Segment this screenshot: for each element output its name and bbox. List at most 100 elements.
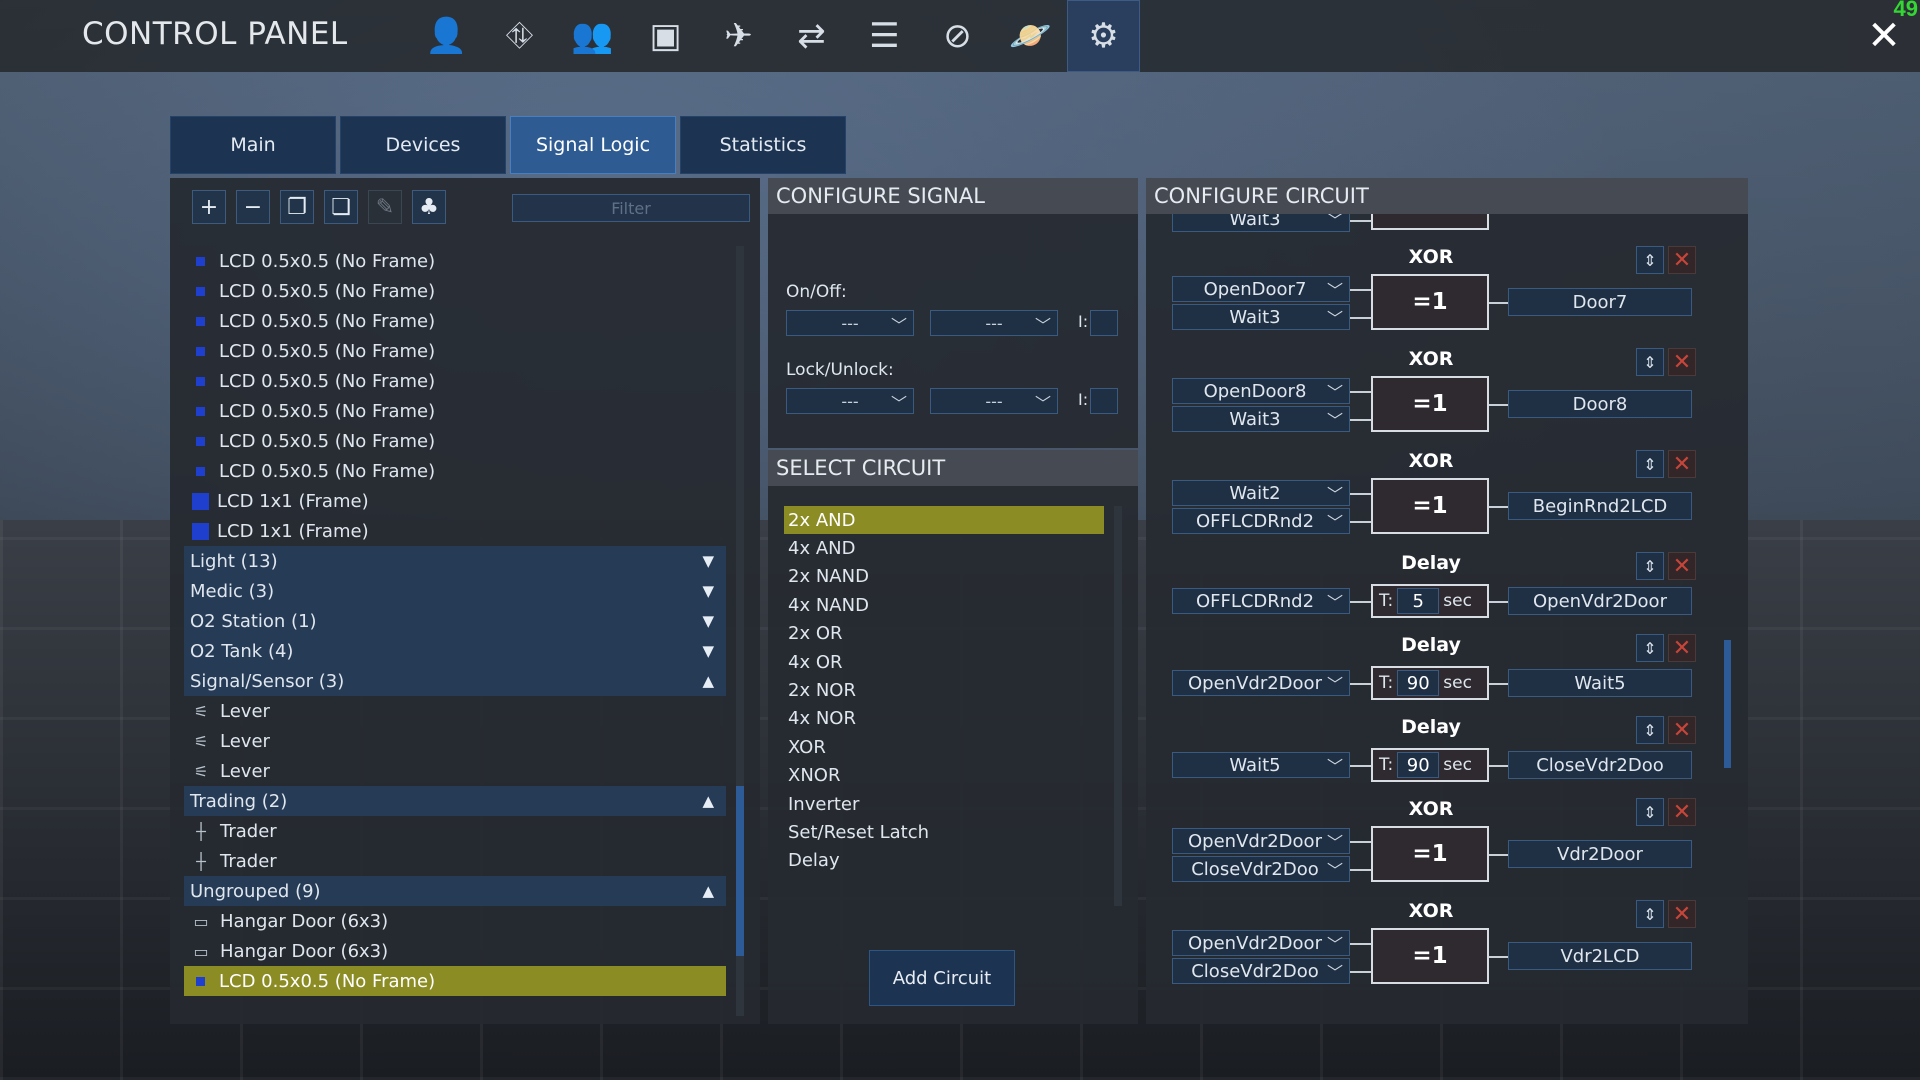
tree-item[interactable]: LCD 0.5x0.5 (No Frame): [184, 276, 726, 306]
circuit-output-box[interactable]: OpenVdr2Door: [1508, 587, 1692, 615]
delete-circuit-icon[interactable]: ✕: [1668, 798, 1696, 826]
delay-time-input[interactable]: 90: [1397, 670, 1440, 696]
circuit-scrollbar[interactable]: [1724, 640, 1731, 768]
circuit-type-item[interactable]: 4x NAND: [784, 591, 1104, 619]
add-circuit-button[interactable]: Add Circuit: [869, 950, 1015, 1006]
tree-item[interactable]: LCD 1x1 (Frame): [184, 486, 726, 516]
circuit-type-item[interactable]: 2x NOR: [784, 676, 1104, 704]
circuit-type-item[interactable]: Delay: [784, 847, 1104, 875]
circuit-type-item[interactable]: 2x AND: [784, 506, 1104, 535]
reorder-arrows-icon[interactable]: ⇕: [1636, 450, 1664, 478]
on-off-dropdown-2[interactable]: --- ﹀: [930, 310, 1058, 336]
group-icon[interactable]: ♣: [412, 190, 446, 224]
edit-icon[interactable]: ✎: [368, 190, 402, 224]
reorder-arrows-icon[interactable]: ⇕: [1636, 716, 1664, 744]
tree-item[interactable]: ▭ Hangar Door (6x3): [184, 906, 726, 936]
circuit-input-dropdown[interactable]: Wait3 ﹀: [1172, 406, 1350, 432]
tree-group[interactable]: Ungrouped (9) ▲: [184, 876, 726, 906]
player-icon[interactable]: 👤: [410, 0, 483, 72]
expand-arrow-icon[interactable]: ▼: [702, 612, 714, 630]
expand-arrow-icon[interactable]: ▼: [702, 582, 714, 600]
tree-item[interactable]: LCD 0.5x0.5 (No Frame): [184, 456, 726, 486]
delete-circuit-icon[interactable]: ✕: [1668, 900, 1696, 928]
lock-dropdown-2[interactable]: --- ﹀: [930, 388, 1058, 414]
delete-circuit-icon[interactable]: ✕: [1668, 246, 1696, 274]
tree-group[interactable]: Medic (3) ▼: [184, 576, 726, 606]
device-list-scrollbar[interactable]: [736, 246, 744, 1016]
remove-icon[interactable]: −: [236, 190, 270, 224]
delete-circuit-icon[interactable]: ✕: [1668, 450, 1696, 478]
circuit-input-dropdown[interactable]: CloseVdr2Doo ﹀: [1172, 856, 1350, 882]
circuit-type-item[interactable]: XNOR: [784, 762, 1104, 790]
tree-item[interactable]: ⚟ Lever: [184, 726, 726, 756]
tree-group[interactable]: O2 Station (1) ▼: [184, 606, 726, 636]
circuit-type-item[interactable]: 4x NOR: [784, 705, 1104, 733]
expand-arrow-icon[interactable]: ▼: [702, 552, 714, 570]
tree-item[interactable]: LCD 0.5x0.5 (No Frame): [184, 336, 726, 366]
circuit-input-dropdown[interactable]: CloseVdr2Doo ﹀: [1172, 958, 1350, 984]
circuit-input-dropdown[interactable]: OpenDoor8 ﹀: [1172, 378, 1350, 404]
on-off-dropdown-1[interactable]: --- ﹀: [786, 310, 914, 336]
circuit-type-item[interactable]: 4x AND: [784, 534, 1104, 562]
circuit-type-item[interactable]: 2x OR: [784, 620, 1104, 648]
tree-item[interactable]: ⚟ Lever: [184, 696, 726, 726]
faction-icon[interactable]: 👥: [556, 0, 629, 72]
reorder-arrows-icon[interactable]: ⇕: [1636, 900, 1664, 928]
circuit-input-dropdown[interactable]: Wait5 ﹀: [1172, 752, 1350, 778]
circuit-output-box[interactable]: Wait5: [1508, 669, 1692, 697]
trade-icon[interactable]: ⇄: [775, 0, 848, 72]
on-off-i-input[interactable]: [1090, 310, 1118, 336]
circuit-output-box[interactable]: Door7: [1508, 288, 1692, 316]
tree-item[interactable]: ⚟ Lever: [184, 756, 726, 786]
add-icon[interactable]: +: [192, 190, 226, 224]
circuit-output-box[interactable]: Door8: [1508, 390, 1692, 418]
reorder-arrows-icon[interactable]: ⇕: [1636, 246, 1664, 274]
circuit-input-dropdown[interactable]: OpenDoor7 ﹀: [1172, 276, 1350, 302]
circuit-output-box[interactable]: Vdr2Door: [1508, 840, 1692, 868]
tree-item[interactable]: LCD 0.5x0.5 (No Frame): [184, 306, 726, 336]
circuit-input-dropdown[interactable]: Wait3 ﹀: [1172, 304, 1350, 330]
ship-icon[interactable]: ✈: [702, 0, 775, 72]
tree-item[interactable]: LCD 0.5x0.5 (No Frame): [184, 426, 726, 456]
reorder-arrows-icon[interactable]: ⇕: [1636, 634, 1664, 662]
circuit-type-item[interactable]: 4x OR: [784, 648, 1104, 676]
reorder-arrows-icon[interactable]: ⇕: [1636, 348, 1664, 376]
filter-input[interactable]: [512, 194, 750, 222]
collapse-arrow-icon[interactable]: ▲: [702, 882, 714, 900]
circuit-input-dropdown[interactable]: OFFLCDRnd2 ﹀: [1172, 508, 1350, 534]
tab-statistics[interactable]: Statistics: [680, 116, 846, 174]
circuit-output-box[interactable]: BeginRnd2LCD: [1508, 492, 1692, 520]
scrollbar-thumb[interactable]: [736, 786, 744, 956]
tree-item[interactable]: LCD 1x1 (Frame): [184, 516, 726, 546]
delay-time-input[interactable]: 90: [1397, 752, 1440, 778]
circuit-input-dropdown[interactable]: OpenVdr2Door ﹀: [1172, 670, 1350, 696]
delete-circuit-icon[interactable]: ✕: [1668, 634, 1696, 662]
inventory-icon[interactable]: ▣: [629, 0, 702, 72]
tree-item[interactable]: LCD 0.5x0.5 (No Frame): [184, 396, 726, 426]
close-button[interactable]: ✕ 49: [1848, 0, 1920, 72]
navigation-icon[interactable]: ⊘: [921, 0, 994, 72]
tree-group[interactable]: Light (13) ▼: [184, 546, 726, 576]
lock-dropdown-1[interactable]: --- ﹀: [786, 388, 914, 414]
delete-circuit-icon[interactable]: ✕: [1668, 552, 1696, 580]
tree-group[interactable]: O2 Tank (4) ▼: [184, 636, 726, 666]
circuit-input-dropdown[interactable]: OFFLCDRnd2 ﹀: [1172, 588, 1350, 614]
reorder-arrows-icon[interactable]: ⇕: [1636, 798, 1664, 826]
network-icon[interactable]: ⛗: [483, 0, 556, 72]
delete-circuit-icon[interactable]: ✕: [1668, 348, 1696, 376]
circuit-type-item[interactable]: Set/Reset Latch: [784, 818, 1104, 846]
collapse-arrow-icon[interactable]: ▲: [702, 672, 714, 690]
tree-item[interactable]: LCD 0.5x0.5 (No Frame): [184, 966, 726, 996]
collapse-arrow-icon[interactable]: ▲: [702, 792, 714, 810]
delay-time-input[interactable]: 5: [1397, 588, 1440, 614]
tab-main[interactable]: Main: [170, 116, 336, 174]
expand-arrow-icon[interactable]: ▼: [702, 642, 714, 660]
copy-icon[interactable]: ❐: [280, 190, 314, 224]
list-icon[interactable]: ☰: [848, 0, 921, 72]
circuit-input-dropdown[interactable]: OpenVdr2Door ﹀: [1172, 828, 1350, 854]
circuit-input-dropdown[interactable]: Wait2 ﹀: [1172, 480, 1350, 506]
control-panel-icon[interactable]: ⚙: [1067, 0, 1140, 72]
circuit-type-item[interactable]: 2x NAND: [784, 563, 1104, 591]
paste-icon[interactable]: ❏: [324, 190, 358, 224]
tab-signal-logic[interactable]: Signal Logic: [510, 116, 676, 174]
